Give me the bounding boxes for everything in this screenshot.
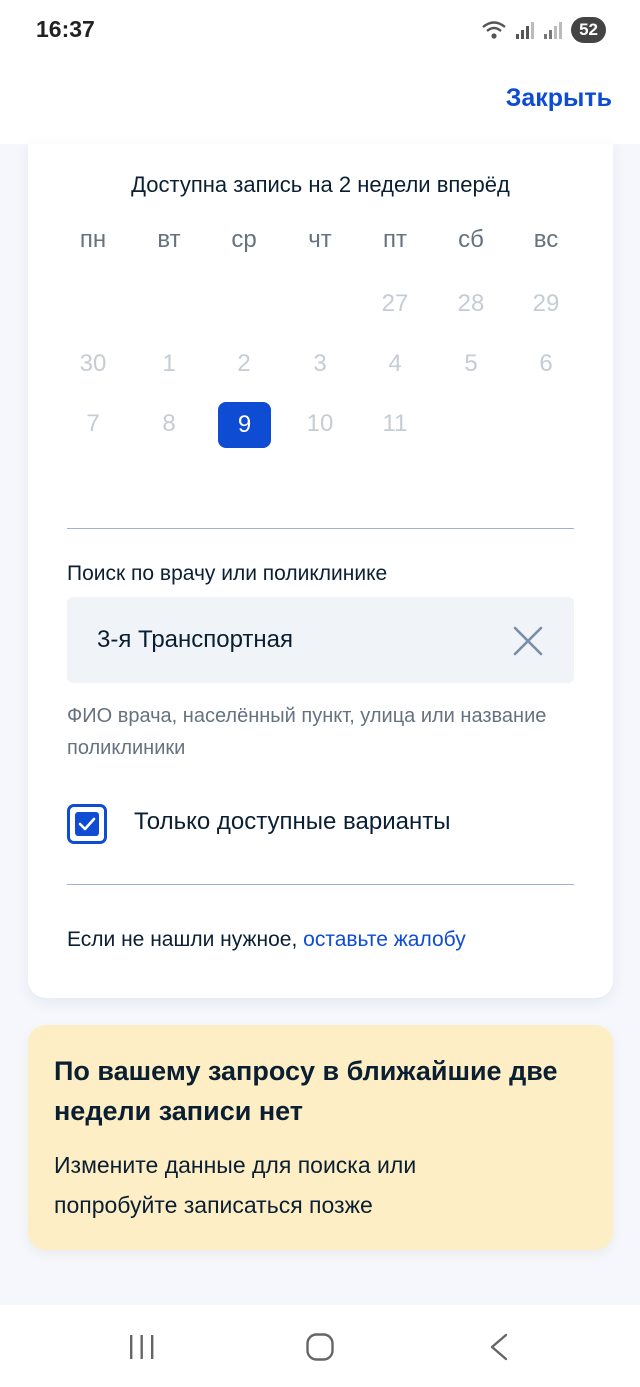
calendar-day: 11 [382,410,408,437]
weekday-label: пт [383,226,407,253]
calendar-day: 27 [381,290,409,317]
status-time: 16:37 [36,16,95,42]
no-results-notice: По вашему запросу в ближайшие две недели… [28,1025,613,1250]
calendar-day-selected[interactable]: 9 [218,402,271,448]
status-icons: 52 [481,16,606,44]
navigation-bar [0,1305,640,1387]
calendar-day: 8 [162,410,176,437]
search-label: Поиск по врачу или поликлинике [67,562,388,585]
calendar-day: 3 [313,350,327,377]
search-card: Доступна запись на 2 недели вперёд пн вт… [28,144,613,998]
calendar-day: 4 [388,350,402,377]
battery-badge: 52 [571,17,606,43]
calendar-day: 5 [464,350,478,377]
weekday-label: вс [533,226,559,253]
search-hint: ФИО врача, населённый пункт, улица или н… [67,705,547,759]
calendar-day: 7 [86,410,100,437]
checkmark-icon [78,817,96,831]
checkbox-label[interactable]: Только доступные варианты [134,808,450,836]
signal-icon [516,22,535,39]
calendar-day: 6 [539,350,553,377]
calendar-day: 2 [237,350,251,377]
calendar-caption: Доступна запись на 2 недели вперёд [131,172,510,197]
calendar-day: 10 [306,410,334,437]
calendar-day: 28 [457,290,485,317]
notice-text: Измените данные для поиска или попробуйт… [54,1152,417,1218]
complaint-text: Если не нашли нужное, оставьте жалобу [67,928,466,952]
checkbox-fill [75,812,99,836]
complaint-link[interactable]: оставьте жалобу [303,928,466,951]
wifi-icon [482,21,506,39]
calendar-day: 29 [532,290,560,317]
close-icon[interactable] [512,625,544,657]
home-icon[interactable] [305,1333,335,1361]
weekday-label: чт [308,226,332,253]
divider [67,884,574,885]
notice-title: По вашему запросу в ближайшие две недели… [54,1056,558,1126]
status-bar: 16:37 52 [0,0,640,60]
search-input-value[interactable]: 3-я Транспортная [97,626,293,654]
complaint-prefix: Если не нашли нужное, [67,928,304,951]
search-input[interactable]: 3-я Транспортная [67,597,574,683]
header: Закрыть [0,60,640,144]
recent-apps-icon[interactable] [127,1333,157,1361]
weekday-label: вт [157,226,181,253]
calendar-day: 1 [162,350,176,377]
signal-icon [544,22,563,39]
calendar-day: 30 [79,350,107,377]
weekday-label: пн [79,226,107,253]
divider [67,528,574,529]
weekday-label: сб [458,226,484,253]
available-only-checkbox[interactable] [67,804,107,844]
close-button[interactable]: Закрыть [506,84,612,113]
back-icon[interactable] [486,1333,512,1361]
weekday-label: ср [231,226,257,253]
